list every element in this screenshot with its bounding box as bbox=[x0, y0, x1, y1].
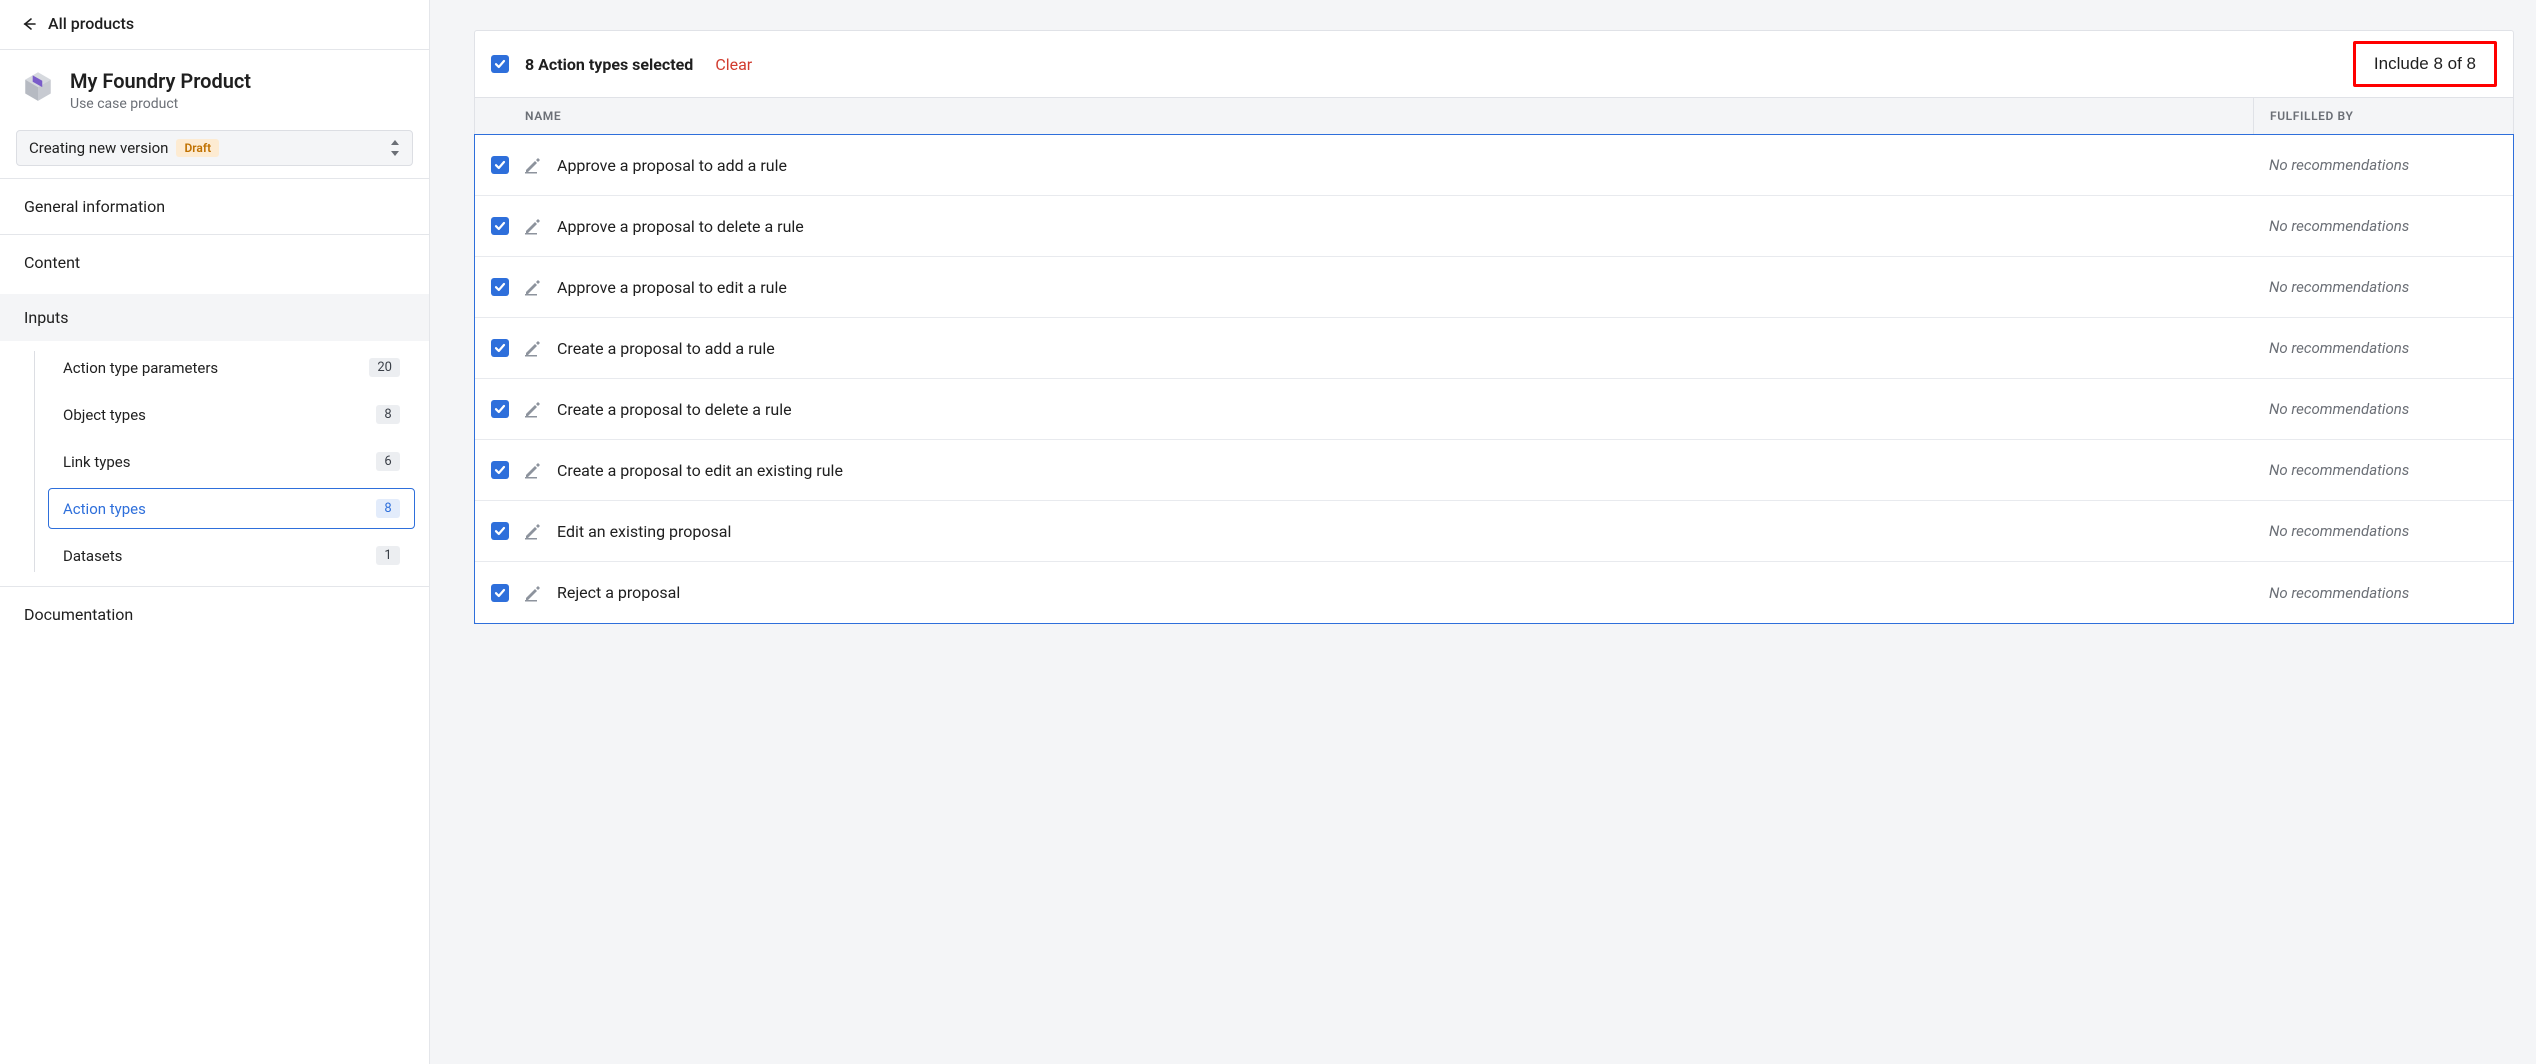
fulfilled-by-cell: No recommendations bbox=[2253, 217, 2513, 235]
nav-object-types[interactable]: Object types 8 bbox=[48, 394, 415, 435]
column-fulfilled-by: FULFILLED BY bbox=[2253, 98, 2513, 134]
action-type-name: Approve a proposal to edit a rule bbox=[557, 278, 787, 297]
fulfilled-by-cell: No recommendations bbox=[2253, 400, 2513, 418]
row-checkbox[interactable] bbox=[491, 217, 509, 235]
action-type-icon bbox=[523, 216, 543, 236]
table-row[interactable]: Create a proposal to delete a rule No rec… bbox=[475, 379, 2513, 440]
action-type-icon bbox=[523, 155, 543, 175]
nav-content[interactable]: Content bbox=[0, 239, 429, 286]
include-button[interactable]: Include 8 of 8 bbox=[2353, 41, 2497, 87]
row-checkbox[interactable] bbox=[491, 339, 509, 357]
table-row[interactable]: Edit an existing proposal No recommendati… bbox=[475, 501, 2513, 562]
column-name: NAME bbox=[475, 98, 2253, 134]
nav-action-types[interactable]: Action types 8 bbox=[48, 488, 415, 529]
action-type-icon bbox=[523, 583, 543, 603]
nav-documentation[interactable]: Documentation bbox=[0, 591, 429, 624]
fulfilled-by-cell: No recommendations bbox=[2253, 339, 2513, 357]
main-content: 8 Action types selected Clear Include 8 … bbox=[430, 0, 2536, 1064]
version-selector[interactable]: Creating new version Draft bbox=[16, 130, 413, 166]
action-type-name: Create a proposal to add a rule bbox=[557, 339, 775, 358]
arrow-left-icon bbox=[20, 15, 38, 33]
clear-selection[interactable]: Clear bbox=[715, 55, 752, 74]
action-type-name: Approve a proposal to add a rule bbox=[557, 156, 787, 175]
nav-inputs[interactable]: Inputs bbox=[0, 294, 429, 341]
fulfilled-by-cell: No recommendations bbox=[2253, 522, 2513, 540]
action-type-icon bbox=[523, 460, 543, 480]
row-checkbox[interactable] bbox=[491, 400, 509, 418]
nav-inputs-children: Action type parameters 20 Object types 8… bbox=[0, 347, 429, 576]
action-type-name: Approve a proposal to delete a rule bbox=[557, 217, 804, 236]
product-subtitle: Use case product bbox=[70, 96, 251, 112]
version-label: Creating new version bbox=[29, 139, 168, 157]
table-row[interactable]: Approve a proposal to add a rule No recom… bbox=[475, 135, 2513, 196]
row-checkbox[interactable] bbox=[491, 584, 509, 602]
nav-general-information[interactable]: General information bbox=[0, 183, 429, 230]
back-all-products[interactable]: All products bbox=[0, 0, 429, 50]
row-checkbox[interactable] bbox=[491, 461, 509, 479]
table-row[interactable]: Approve a proposal to edit a rule No reco… bbox=[475, 257, 2513, 318]
table-header: NAME FULFILLED BY bbox=[475, 98, 2513, 135]
table-row[interactable]: Create a proposal to edit an existing ru… bbox=[475, 440, 2513, 501]
panel-header: 8 Action types selected Clear Include 8 … bbox=[475, 31, 2513, 98]
action-type-name: Edit an existing proposal bbox=[557, 522, 731, 541]
action-types-panel: 8 Action types selected Clear Include 8 … bbox=[474, 30, 2514, 624]
draft-badge: Draft bbox=[176, 139, 219, 157]
action-type-name: Create a proposal to delete a rule bbox=[557, 400, 792, 419]
row-checkbox[interactable] bbox=[491, 156, 509, 174]
row-checkbox[interactable] bbox=[491, 278, 509, 296]
fulfilled-by-cell: No recommendations bbox=[2253, 584, 2513, 602]
sidebar: All products My Foundry Product Use case… bbox=[0, 0, 430, 1064]
fulfilled-by-cell: No recommendations bbox=[2253, 278, 2513, 296]
select-all-checkbox[interactable] bbox=[491, 55, 509, 73]
fulfilled-by-cell: No recommendations bbox=[2253, 461, 2513, 479]
action-type-icon bbox=[523, 521, 543, 541]
action-type-icon bbox=[523, 277, 543, 297]
nav-link-types[interactable]: Link types 6 bbox=[48, 441, 415, 482]
table-row[interactable]: Create a proposal to add a rule No recomm… bbox=[475, 318, 2513, 379]
nav-datasets[interactable]: Datasets 1 bbox=[48, 535, 415, 576]
product-header: My Foundry Product Use case product bbox=[0, 50, 429, 124]
action-type-icon bbox=[523, 399, 543, 419]
action-type-name: Reject a proposal bbox=[557, 583, 680, 602]
product-box-icon bbox=[20, 68, 56, 104]
back-label: All products bbox=[48, 14, 134, 33]
chevron-up-down-icon bbox=[390, 140, 400, 156]
fulfilled-by-cell: No recommendations bbox=[2253, 156, 2513, 174]
action-type-icon bbox=[523, 338, 543, 358]
row-checkbox[interactable] bbox=[491, 522, 509, 540]
table-row[interactable]: Approve a proposal to delete a rule No re… bbox=[475, 196, 2513, 257]
selection-summary: 8 Action types selected bbox=[525, 55, 693, 74]
table-row[interactable]: Reject a proposal No recommendations bbox=[475, 562, 2513, 623]
product-title: My Foundry Product bbox=[70, 68, 251, 94]
action-type-name: Create a proposal to edit an existing ru… bbox=[557, 461, 843, 480]
table-body: Approve a proposal to add a rule No recom… bbox=[474, 134, 2514, 624]
nav-action-type-parameters[interactable]: Action type parameters 20 bbox=[48, 347, 415, 388]
